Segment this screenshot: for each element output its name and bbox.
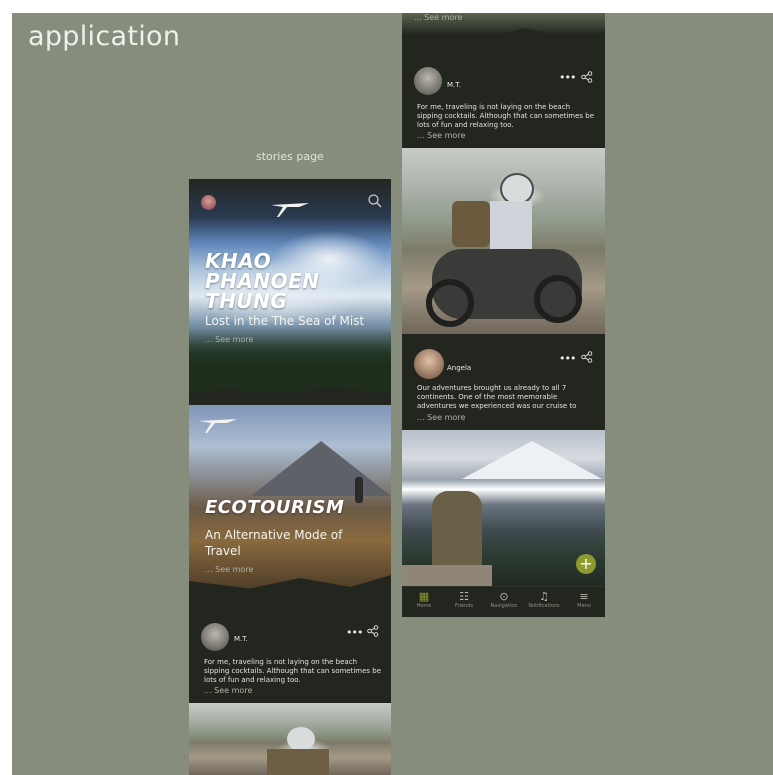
hero1-title-line: THUNG — [205, 289, 288, 313]
hero2-see-more[interactable]: ... See more — [205, 565, 253, 574]
post-text-line: sipping cocktails. Although that can som… — [204, 667, 382, 675]
hero2-subtitle-line: Travel — [205, 544, 241, 558]
hero1-see-more[interactable]: ... See more — [205, 335, 253, 344]
bell-icon: ♫ — [539, 590, 549, 603]
post-text-line: Our adventures brought us already to all… — [417, 384, 567, 392]
nav-friends[interactable]: ☷ Friends — [444, 590, 484, 609]
motorcycle-wheel — [426, 279, 474, 327]
nav-home[interactable]: ▦ Home — [404, 590, 444, 609]
post-text-line: lots of fun and relaxing too. — [204, 676, 301, 684]
grid-icon: ▦ — [418, 590, 430, 603]
hero1-title-line: PHANOEN — [205, 269, 320, 293]
hero2-title: ECOTOURISM — [205, 497, 345, 518]
post-text-line: For me, traveling is not laying on the b… — [204, 658, 358, 666]
post-text-line: sipping cocktails. Although that can som… — [417, 112, 595, 120]
snow-peak — [462, 441, 602, 479]
stories-phone-left: KHAO PHANOEN THUNG Lost in the The Sea o… — [189, 179, 391, 775]
rider-backpack — [452, 201, 490, 247]
share-icon[interactable] — [367, 625, 379, 637]
hero1-title: KHAO PHANOEN THUNG — [205, 251, 320, 311]
hero2-subtitle: An Alternative Mode of Travel — [205, 527, 342, 559]
post-text-line: For me, traveling is not laying on the b… — [417, 103, 571, 111]
post-text: Our adventures brought us already to all… — [417, 384, 602, 411]
rock-ledge — [402, 565, 492, 586]
post-author-avatar[interactable] — [414, 349, 444, 379]
hero2-subtitle-line: An Alternative Mode of — [205, 528, 343, 542]
nav-navigation[interactable]: ⊙ Navigation — [484, 590, 524, 609]
post-text-line: continents. One of the most memorable — [417, 393, 558, 401]
post-text-line: lots of fun and relaxing too. — [417, 121, 514, 129]
nav-label: Navigation — [490, 603, 518, 609]
more-options-icon[interactable]: ••• — [346, 626, 363, 639]
rider-body — [267, 749, 329, 775]
page-caption: stories page — [256, 150, 324, 163]
stories-phone-right: ... See more M.T. ••• For me, traveling … — [402, 13, 605, 617]
hero1-subtitle: Lost in the The Sea of Mist — [205, 314, 365, 328]
brand-logo — [199, 419, 237, 433]
more-options-icon[interactable]: ••• — [559, 352, 576, 365]
nav-label: Notifications — [528, 603, 560, 609]
post-author-name: M.T. — [447, 81, 461, 89]
nav-notifications[interactable]: ♫ Notifications — [524, 590, 564, 609]
search-icon[interactable] — [367, 193, 383, 209]
post-author-name: Angela — [447, 364, 472, 372]
post-see-more[interactable]: ... See more — [417, 131, 465, 140]
rider-helmet — [287, 727, 315, 751]
post-author-avatar[interactable] — [201, 623, 229, 651]
user-avatar[interactable] — [201, 195, 216, 210]
photographer-figure — [432, 491, 482, 569]
nav-menu[interactable]: ≡ Menu — [564, 590, 604, 609]
menu-icon: ≡ — [579, 590, 589, 603]
hiker-figure — [355, 477, 363, 503]
design-board: application stories page KHAO PHANOEN TH… — [12, 13, 773, 775]
share-icon[interactable] — [581, 71, 593, 83]
post-text: For me, traveling is not laying on the b… — [417, 103, 602, 130]
post-author-avatar[interactable] — [414, 67, 442, 95]
nav-label: Menu — [577, 603, 591, 609]
post-text: For me, traveling is not laying on the b… — [204, 658, 388, 685]
rider-jacket — [490, 201, 532, 251]
people-icon: ☷ — [459, 590, 469, 603]
brand-logo — [271, 203, 309, 217]
share-icon[interactable] — [581, 351, 593, 363]
post-see-more[interactable]: ... See more — [417, 413, 465, 422]
post-author-name: M.T. — [234, 635, 248, 643]
board-title: application — [28, 21, 181, 52]
top-see-more[interactable]: ... See more — [414, 13, 462, 22]
add-story-button[interactable]: + — [576, 554, 596, 574]
motorcycle-wheel — [534, 275, 582, 323]
post-text-line: adventures we experienced was our cruise… — [417, 402, 577, 410]
mountain-shape — [251, 441, 391, 496]
location-icon: ⊙ — [499, 590, 509, 603]
bottom-navigation: ▦ Home ☷ Friends ⊙ Navigation ♫ Notifica… — [402, 586, 605, 617]
post-see-more[interactable]: ... See more — [204, 686, 252, 695]
nav-label: Home — [416, 603, 432, 609]
more-options-icon[interactable]: ••• — [559, 71, 576, 84]
nav-label: Friends — [455, 603, 473, 609]
hero1-title-line: KHAO — [205, 249, 272, 273]
